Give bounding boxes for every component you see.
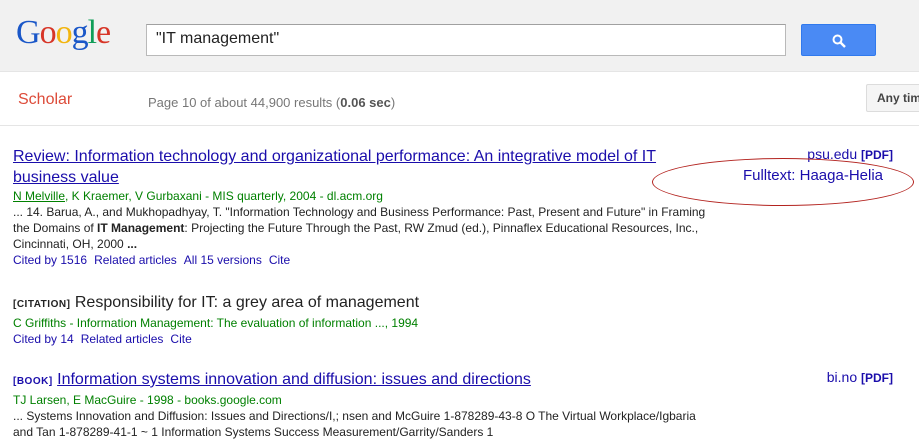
result-title-text: Responsibility for IT: a grey area of ma… [74,294,420,311]
logo-letter: g [71,14,89,51]
result-title: [BOOK] Information systems innovation an… [13,369,713,392]
search-button[interactable] [801,24,876,56]
logo-letter: o [55,14,73,51]
any-time-button[interactable]: Any time [866,84,919,112]
result-item: [BOOK] Information systems innovation an… [13,369,893,440]
result-authors: C Griffiths - Information Management: Th… [13,316,419,330]
result-snippet: ... 14. Barua, A., and Mukhopadhyay, T. … [13,204,713,252]
top-header: Google "IT management" [0,0,919,72]
logo-letter: l [87,14,98,51]
result-title: Review: Information technology and organ… [13,146,713,188]
result-authors: TJ Larsen, E MacGuire - 1998 - books.goo… [13,393,282,407]
cited-by-link[interactable]: Cited by 14 [13,332,74,346]
snippet-bold: IT Management [97,221,185,235]
related-articles-link[interactable]: Related articles [81,332,164,346]
result-title-link[interactable]: Review: Information technology and organ… [13,148,656,186]
results-list: Review: Information technology and organ… [13,146,893,440]
cite-link[interactable]: Cite [170,332,191,346]
search-input[interactable]: "IT management" [146,24,786,56]
logo-letter: e [96,14,111,51]
results-stats: Page 10 of about 44,900 results (0.06 se… [148,95,395,110]
result-links: Cited by 14 Related articles Cite [13,331,893,347]
result-item: Review: Information technology and organ… [13,146,893,292]
cite-link[interactable]: Cite [269,253,290,267]
logo-letter: o [39,14,57,51]
cited-by-link[interactable]: Cited by 1516 [13,253,87,267]
result-authors: N Melville, K Kraemer, V Gurbaxani - MIS… [13,188,893,204]
pdf-tag: [PDF] [861,371,893,385]
book-tag: [BOOK] [13,376,53,387]
snippet-ellipsis: ... [127,237,138,251]
fulltext-link[interactable]: Fulltext: Haaga-Helia [743,167,883,184]
result-title: [CITATION] Responsibility for IT: a grey… [13,292,713,315]
result-snippet: ... Systems Innovation and Diffusion: Is… [13,409,696,439]
authors-rest: , K Kraemer, V Gurbaxani - MIS quarterly… [65,189,383,203]
all-versions-link[interactable]: All 15 versions [184,253,262,267]
stats-suffix: ) [390,95,396,110]
result-links: Cited by 1516 Related articles All 15 vers… [13,252,893,268]
result-title-link[interactable]: Information systems innovation and diffu… [57,371,531,388]
logo-letter: G [16,14,41,51]
results-toolbar: Scholar Page 10 of about 44,900 results … [0,72,919,126]
google-logo[interactable]: Google [16,14,111,51]
result-side-link[interactable]: bi.no [PDF] [827,369,893,385]
side-source: psu.edu [807,146,858,162]
pdf-tag: [PDF] [861,148,893,162]
author-link[interactable]: N Melville [13,189,65,203]
result-item: [CITATION] Responsibility for IT: a grey… [13,292,893,369]
search-icon [832,34,846,48]
related-articles-link[interactable]: Related articles [94,253,177,267]
stats-prefix: Page 10 of about 44,900 results ( [148,95,341,110]
result-side-link[interactable]: psu.edu [PDF] [807,146,893,162]
side-source: bi.no [826,369,858,385]
citation-tag: [CITATION] [13,299,71,310]
scholar-label[interactable]: Scholar [18,91,72,109]
stats-time: 0.06 sec [340,95,391,110]
